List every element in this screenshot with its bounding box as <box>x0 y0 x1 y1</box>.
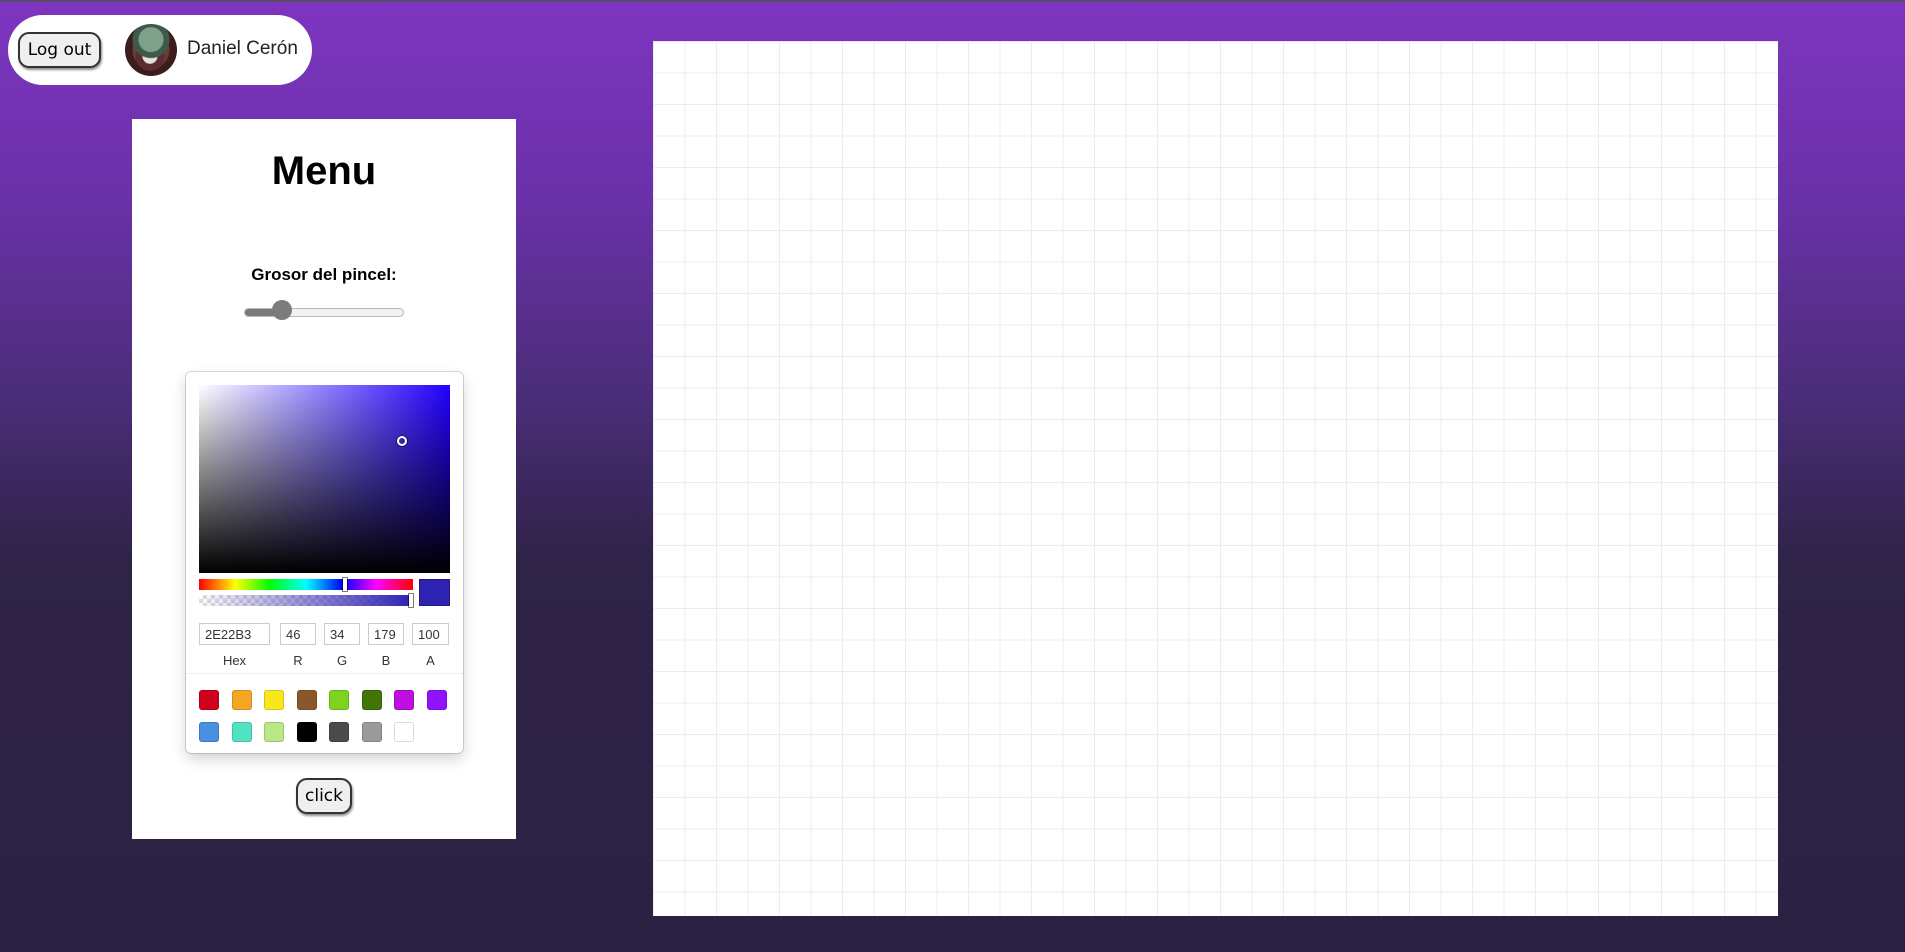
preset-swatch[interactable] <box>199 690 219 710</box>
red-input[interactable] <box>280 623 316 645</box>
logout-button[interactable]: Log out <box>18 32 101 68</box>
green-label: G <box>336 653 348 668</box>
menu-panel: Menu Grosor del pincel: Hex R G B A clic… <box>132 119 516 839</box>
color-preview-swatch <box>419 579 450 606</box>
preset-swatch[interactable] <box>231 722 252 742</box>
preset-swatch[interactable] <box>361 722 382 742</box>
alpha-input[interactable] <box>412 623 449 645</box>
color-picker: Hex R G B A <box>186 372 463 753</box>
saturation-cursor[interactable] <box>397 436 408 447</box>
preset-swatch[interactable] <box>231 690 252 710</box>
preset-swatch[interactable] <box>264 722 284 742</box>
drawing-canvas[interactable] <box>653 41 1778 916</box>
brush-size-slider[interactable] <box>244 308 404 317</box>
top-border <box>0 0 1905 2</box>
red-label: R <box>293 653 303 668</box>
menu-title: Menu <box>271 149 377 193</box>
user-bar: Log out Daniel Cerón <box>8 15 312 85</box>
preset-swatch[interactable] <box>329 722 349 742</box>
hue-slider-thumb[interactable] <box>342 578 347 591</box>
preset-swatch[interactable] <box>361 690 382 710</box>
avatar <box>125 24 177 76</box>
alpha-label: A <box>426 653 435 668</box>
preset-swatch[interactable] <box>264 690 284 710</box>
preset-swatch[interactable] <box>199 722 219 742</box>
user-name: Daniel Cerón <box>187 38 298 59</box>
preset-swatch[interactable] <box>394 690 414 710</box>
saturation-area[interactable] <box>199 385 450 573</box>
preset-swatch[interactable] <box>296 690 317 710</box>
preset-swatch[interactable] <box>426 690 447 710</box>
preset-swatch[interactable] <box>329 690 349 710</box>
hex-label: Hex <box>222 653 247 668</box>
green-input[interactable] <box>324 623 360 645</box>
hue-slider[interactable] <box>199 578 413 591</box>
picker-divider <box>186 673 463 674</box>
alpha-slider[interactable] <box>199 594 413 607</box>
brush-size-label: Grosor del pincel: <box>251 265 397 284</box>
preset-swatch[interactable] <box>296 722 317 742</box>
brush-size-slider-thumb[interactable] <box>272 300 292 320</box>
blue-input[interactable] <box>368 623 404 645</box>
click-button[interactable]: click <box>296 778 352 814</box>
alpha-slider-thumb[interactable] <box>409 594 413 607</box>
hex-input[interactable] <box>199 623 270 645</box>
preset-swatch[interactable] <box>394 722 414 742</box>
blue-label: B <box>381 653 391 668</box>
